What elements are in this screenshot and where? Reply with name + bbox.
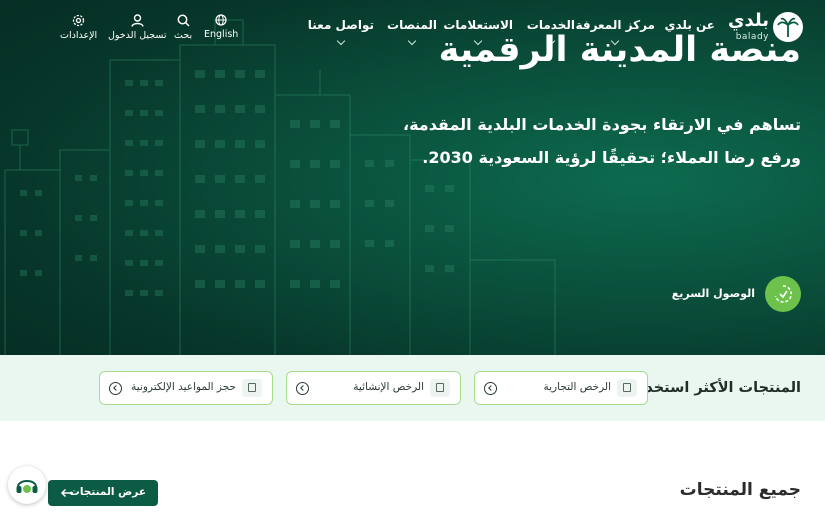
product-chip-appointments[interactable]: حجز المواعيد الإلكترونية	[99, 371, 273, 405]
logo-text-ar: بلدي	[727, 10, 769, 31]
settings-label: الإعدادات	[60, 30, 98, 41]
user-icon	[131, 14, 144, 27]
login-button[interactable]: تسجيل الدخول	[108, 14, 167, 41]
hero-banner: بلدي balady عن بلدي مركز المعرفة الخدمات…	[0, 0, 825, 400]
search-button[interactable]: بحث	[174, 14, 192, 41]
most-used-title: المنتجات الأكثر استخدامًا	[625, 380, 801, 396]
support-chat-button[interactable]	[8, 466, 46, 504]
arrow-left-circle-icon	[484, 382, 497, 395]
hero-title: منصة المدينة الرقمية	[438, 30, 801, 70]
hero-subtitle: تساهم في الارتقاء بجودة الخدمات البلدية …	[403, 115, 801, 167]
globe-icon	[215, 14, 227, 26]
arrow-left-circle-icon	[296, 382, 309, 395]
nav-label: تواصل معنا	[307, 18, 374, 32]
language-switch[interactable]: English	[204, 14, 238, 40]
arrow-left-circle-icon	[109, 382, 122, 395]
chip-label: الرخص التجارية	[543, 381, 612, 393]
nav-contact[interactable]: تواصل معنا	[307, 18, 374, 46]
chip-label: حجز المواعيد الإلكترونية	[131, 381, 236, 393]
view-products-label: عرض المنتجات	[69, 486, 146, 498]
product-chip-commercial-licenses[interactable]: الرخص التجارية	[474, 371, 648, 405]
quick-access-icon	[774, 285, 793, 303]
chevron-down-icon	[336, 36, 346, 46]
nav-label: المنصات	[387, 18, 437, 32]
search-label: بحث	[174, 30, 193, 41]
language-label: English	[204, 29, 239, 40]
arrow-left-icon	[60, 488, 73, 498]
all-products-title: جميع المنتجات	[679, 480, 801, 500]
calendar-doc-icon	[242, 379, 262, 397]
search-icon	[177, 14, 190, 27]
login-label: تسجيل الدخول	[108, 30, 167, 41]
chip-label: الرخص الإنشائية	[353, 381, 424, 393]
document-icon	[617, 379, 637, 397]
view-products-button[interactable]: عرض المنتجات	[48, 480, 158, 506]
headset-icon	[16, 480, 38, 493]
chevron-down-icon	[407, 36, 417, 46]
quick-access-label: الوصول السريع	[671, 287, 755, 300]
nav-platforms[interactable]: المنصات	[387, 18, 437, 46]
product-chip-construction-licenses[interactable]: الرخص الإنشائية	[286, 371, 461, 405]
settings-button[interactable]: الإعدادات	[60, 14, 97, 41]
gear-icon	[72, 14, 85, 27]
building-doc-icon	[430, 379, 450, 397]
quick-access-button[interactable]	[765, 276, 801, 312]
